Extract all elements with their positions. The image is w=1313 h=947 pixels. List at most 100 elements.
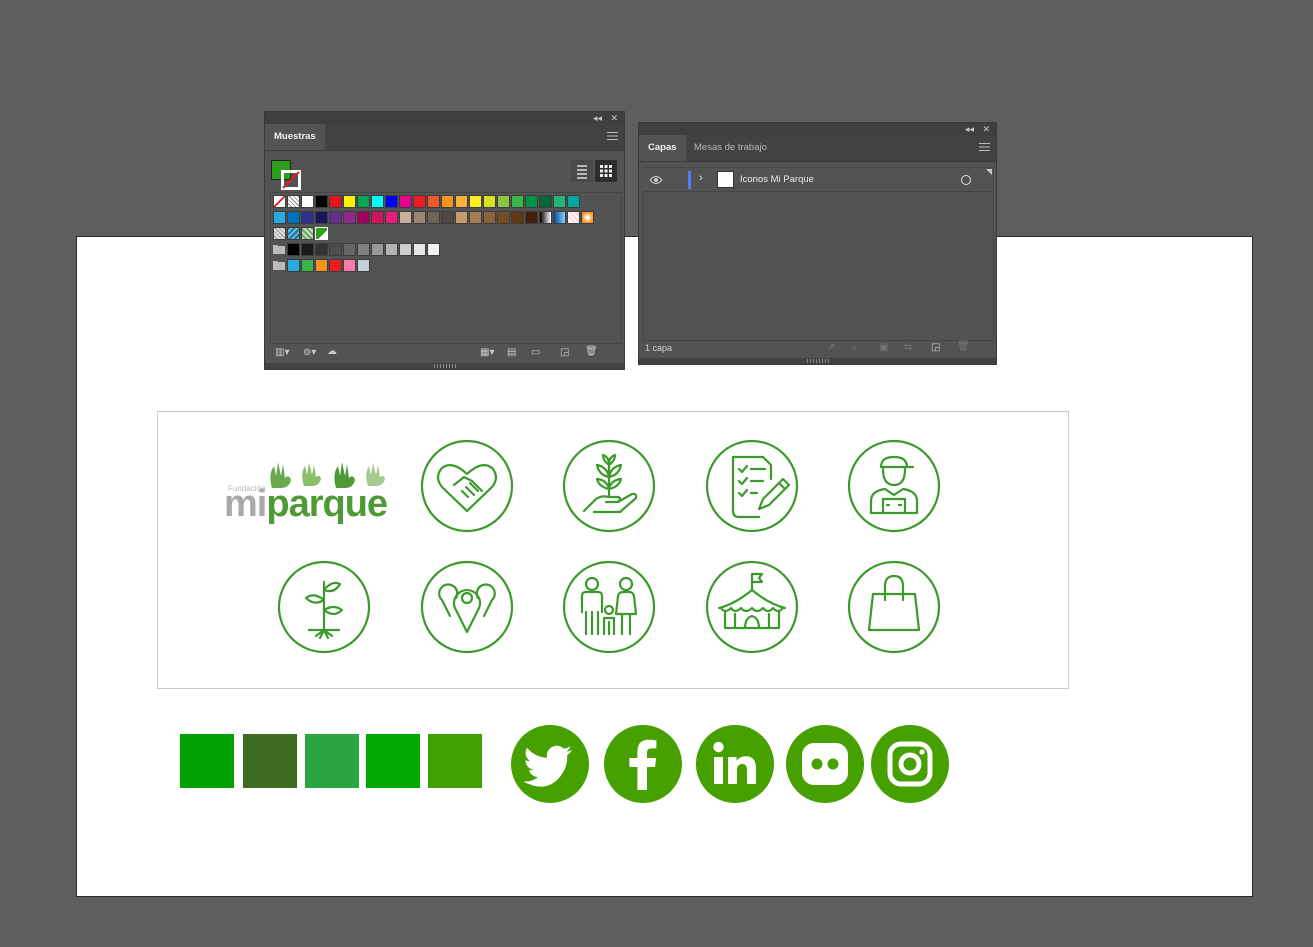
swatch[interactable] (287, 243, 300, 256)
swatch[interactable] (511, 211, 524, 224)
show-kinds-icon[interactable]: ⊚▾ (303, 347, 316, 358)
swatch[interactable] (273, 195, 286, 208)
swatch[interactable] (455, 195, 468, 208)
cloud-libraries-icon[interactable]: ☁ (327, 346, 337, 357)
swatch[interactable] (301, 211, 314, 224)
tab-capas[interactable]: Capas (639, 135, 686, 161)
swatch[interactable] (413, 211, 426, 224)
swatch[interactable] (385, 195, 398, 208)
swatch[interactable] (455, 211, 468, 224)
palette-swatch-3[interactable] (305, 734, 359, 788)
palette-swatch-5[interactable] (428, 734, 482, 788)
swatch[interactable] (413, 195, 426, 208)
stroke-none-indicator[interactable] (281, 170, 301, 190)
swatch[interactable] (581, 211, 594, 224)
panel-menu-icon[interactable] (607, 131, 618, 141)
checklist-pencil-icon[interactable] (705, 439, 799, 533)
swatch[interactable] (469, 211, 482, 224)
resize-grip-icon[interactable] (806, 359, 829, 363)
swatch[interactable] (385, 211, 398, 224)
layer-name[interactable]: Iconos Mi Parque (740, 174, 814, 185)
farmer-icon[interactable] (847, 439, 941, 533)
swatch-options-icon[interactable]: ▦▾ (480, 347, 494, 358)
swatches-resize-strip[interactable] (265, 363, 624, 369)
map-pins-icon[interactable] (420, 560, 514, 654)
swatch[interactable] (483, 195, 496, 208)
swatch[interactable] (553, 211, 566, 224)
swatch[interactable] (329, 243, 342, 256)
layers-titlebar[interactable]: ◂◂ ✕ (639, 123, 996, 135)
miparque-logo[interactable]: Fundación miparque (224, 448, 389, 528)
swatch[interactable] (343, 211, 356, 224)
swatch[interactable] (483, 211, 496, 224)
swatch[interactable] (343, 259, 356, 272)
circus-tent-icon[interactable] (705, 560, 799, 654)
swatches-titlebar[interactable]: ◂◂ ✕ (265, 112, 624, 124)
flickr-icon[interactable] (785, 724, 865, 804)
swatch[interactable] (315, 227, 328, 240)
new-layer-icon[interactable]: ◲ (931, 342, 940, 353)
swatch[interactable] (357, 211, 370, 224)
swatch-folder-icon[interactable] (273, 259, 286, 272)
thumbnail-view-icon[interactable] (595, 160, 617, 182)
locate-object-icon[interactable]: ⌕ (852, 342, 858, 353)
swatch[interactable] (427, 195, 440, 208)
swatch[interactable] (371, 195, 384, 208)
swatch[interactable] (385, 243, 398, 256)
family-icon[interactable] (562, 560, 656, 654)
swatch[interactable] (427, 211, 440, 224)
eye-icon[interactable] (649, 175, 663, 185)
target-circle-icon[interactable] (961, 175, 971, 185)
swatch[interactable] (301, 243, 314, 256)
swatch[interactable] (427, 243, 440, 256)
swatches-panel[interactable]: ◂◂ ✕ Muestras ▥▾ ⊚▾ ☁ ▦▾ ▤ ▭ ◲ 🗑 (264, 111, 625, 370)
swatch[interactable] (539, 211, 552, 224)
delete-swatch-icon[interactable]: 🗑 (585, 346, 598, 357)
swatch[interactable] (399, 243, 412, 256)
close-icon[interactable]: ✕ (610, 112, 618, 124)
swatch-folder-icon[interactable] (273, 243, 286, 256)
seedling-icon[interactable] (277, 560, 371, 654)
palette-swatch-4[interactable] (366, 734, 420, 788)
swatch[interactable] (287, 195, 300, 208)
swatch[interactable] (441, 195, 454, 208)
handshake-heart-icon[interactable] (420, 439, 514, 533)
swatch[interactable] (343, 195, 356, 208)
swatch[interactable] (371, 243, 384, 256)
new-folder-icon[interactable]: ▭ (531, 347, 540, 358)
swatch[interactable] (273, 211, 286, 224)
resize-grip-icon[interactable] (433, 364, 456, 368)
swatch[interactable] (329, 211, 342, 224)
swatch[interactable] (399, 195, 412, 208)
swatch[interactable] (399, 211, 412, 224)
swatch[interactable] (315, 211, 328, 224)
swatch[interactable] (525, 211, 538, 224)
layers-panel[interactable]: ◂◂ ✕ Capas Mesas de trabajo › Iconos Mi … (638, 122, 997, 365)
swatch[interactable] (525, 195, 538, 208)
tab-mesas-de-trabajo[interactable]: Mesas de trabajo (685, 135, 776, 161)
swatch[interactable] (567, 211, 580, 224)
layers-resize-strip[interactable] (639, 358, 996, 364)
collapse-icon[interactable]: ◂◂ (593, 112, 602, 124)
new-swatch-icon[interactable]: ◲ (560, 347, 569, 358)
swatch[interactable] (539, 195, 552, 208)
palette-swatch-2[interactable] (243, 734, 297, 788)
swatch[interactable] (301, 259, 314, 272)
swatch[interactable] (371, 211, 384, 224)
swatch[interactable] (301, 227, 314, 240)
plant-hand-icon[interactable] (562, 439, 656, 533)
swatch[interactable] (287, 211, 300, 224)
swatch[interactable] (329, 259, 342, 272)
new-sublayer-icon[interactable]: ⇆ (904, 342, 912, 353)
swatch[interactable] (343, 243, 356, 256)
collapse-icon[interactable]: ◂◂ (965, 123, 974, 135)
facebook-icon[interactable] (603, 724, 683, 804)
swatch[interactable] (469, 195, 482, 208)
layer-row[interactable]: › Iconos Mi Parque (643, 169, 992, 192)
swatch[interactable] (357, 243, 370, 256)
swatch[interactable] (357, 195, 370, 208)
color-group-icon[interactable]: ▤ (507, 347, 516, 358)
twitter-icon[interactable] (510, 724, 590, 804)
swatch[interactable] (497, 211, 510, 224)
swatch[interactable] (301, 195, 314, 208)
